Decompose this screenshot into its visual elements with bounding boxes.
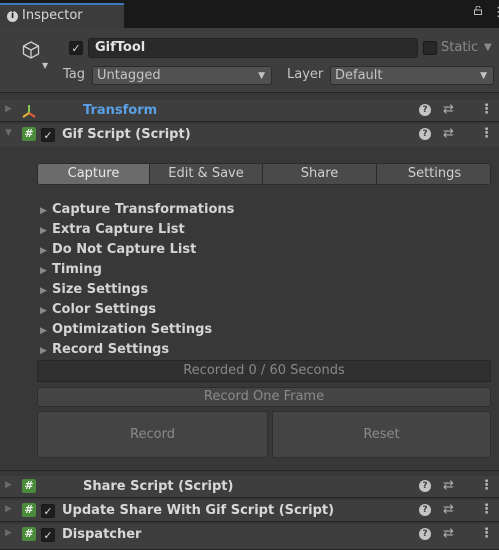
- component-update-share[interactable]: ▶ # ✓ Update Share With Gif Script (Scri…: [0, 500, 499, 522]
- tab-label: Inspector: [22, 8, 83, 23]
- script-hash-icon: #: [22, 503, 36, 517]
- foldout-arrow-icon: ▶: [40, 286, 47, 296]
- record-status: Recorded 0 / 60 Seconds: [37, 360, 491, 382]
- kebab-menu-icon[interactable]: ⋮: [480, 102, 493, 117]
- kebab-menu-icon[interactable]: ⋮: [480, 126, 493, 141]
- tag-dropdown[interactable]: Untagged ▼: [92, 66, 272, 85]
- foldout-capture-transformations[interactable]: ▶ Capture Transformations: [40, 200, 234, 220]
- preset-icon[interactable]: ⇄: [443, 502, 454, 517]
- foldout-label: Record Settings: [52, 342, 170, 357]
- foldout-label: Optimization Settings: [52, 322, 213, 337]
- component-gif-script[interactable]: ▼ # ✓ Gif Script (Script) ? ⇄ ⋮: [0, 124, 499, 146]
- static-label: Static: [441, 40, 479, 55]
- foldout-arrow-icon: ▶: [40, 246, 47, 256]
- static-dropdown-icon[interactable]: ▼: [484, 42, 492, 53]
- foldout-arrow-icon[interactable]: ▶: [5, 528, 12, 538]
- preset-icon[interactable]: ⇄: [443, 126, 454, 141]
- tab-inspector[interactable]: i Inspector: [0, 3, 124, 28]
- foldout-arrow-icon: ▶: [40, 306, 47, 316]
- transform-axes-icon: [22, 105, 36, 118]
- gameobject-cube-icon: [22, 41, 40, 59]
- script-hash-icon: #: [22, 527, 36, 541]
- component-title: Update Share With Gif Script (Script): [62, 503, 335, 518]
- component-transform[interactable]: ▶ Transform ? ⇄ ⋮: [0, 100, 499, 122]
- help-icon[interactable]: ?: [419, 104, 431, 116]
- tag-value: Untagged: [97, 68, 161, 83]
- foldout-arrow-icon: ▶: [40, 326, 47, 336]
- foldout-arrow-icon: ▶: [40, 226, 47, 236]
- component-title: Dispatcher: [62, 527, 142, 542]
- reset-button[interactable]: Reset: [272, 411, 491, 458]
- kebab-menu-icon[interactable]: ⋮: [480, 502, 493, 517]
- preset-icon[interactable]: ⇄: [443, 478, 454, 493]
- foldout-arrow-icon: ▶: [40, 346, 47, 356]
- static-checkbox[interactable]: [423, 41, 437, 55]
- mode-toolbar: Capture Edit & Save Share Settings: [37, 163, 491, 185]
- help-icon[interactable]: ?: [419, 504, 431, 516]
- foldout-color-settings[interactable]: ▶ Color Settings: [40, 300, 156, 320]
- foldout-timing[interactable]: ▶ Timing: [40, 260, 102, 280]
- gameobject-header: ▼ ✓ GifTool Static ▼ Tag Untagged ▼ Laye…: [0, 28, 499, 93]
- foldout-record-settings[interactable]: ▶ Record Settings: [40, 340, 169, 360]
- kebab-menu-icon[interactable]: ⋮: [480, 478, 493, 493]
- lock-icon[interactable]: [474, 6, 482, 15]
- inspector-window: i Inspector ⋮ ▼ ✓ GifTool Static ▼ Tag U…: [0, 0, 499, 550]
- kebab-menu-icon[interactable]: ⋮: [480, 526, 493, 541]
- foldout-label: Do Not Capture List: [52, 242, 197, 257]
- tag-label: Tag: [63, 67, 86, 82]
- tab-bar: i Inspector ⋮: [0, 0, 499, 28]
- help-icon[interactable]: ?: [419, 528, 431, 540]
- tab-settings[interactable]: Settings: [377, 164, 490, 184]
- kebab-menu-icon[interactable]: ⋮: [492, 6, 499, 19]
- foldout-label: Color Settings: [52, 302, 157, 317]
- icon-dropdown-arrow-icon[interactable]: ▼: [42, 61, 48, 70]
- component-dispatcher[interactable]: ▶ # ✓ Dispatcher ? ⇄ ⋮: [0, 524, 499, 550]
- foldout-arrow-icon[interactable]: ▼: [5, 128, 12, 138]
- foldout-label: Extra Capture List: [52, 222, 185, 237]
- preset-icon[interactable]: ⇄: [443, 526, 454, 541]
- enabled-checkbox[interactable]: ✓: [41, 528, 55, 542]
- component-title: Transform: [83, 103, 158, 118]
- foldout-label: Timing: [52, 262, 102, 277]
- layer-value: Default: [335, 68, 383, 83]
- component-title: Share Script (Script): [83, 479, 234, 494]
- info-icon: i: [7, 11, 18, 22]
- chevron-down-icon: ▼: [258, 71, 265, 81]
- divider: [0, 470, 499, 471]
- foldout-label: Capture Transformations: [52, 202, 235, 217]
- help-icon[interactable]: ?: [419, 480, 431, 492]
- foldout-extra-capture-list[interactable]: ▶ Extra Capture List: [40, 220, 185, 240]
- foldout-arrow-icon[interactable]: ▶: [5, 480, 12, 490]
- foldout-label: Size Settings: [52, 282, 149, 297]
- foldout-arrow-icon[interactable]: ▶: [5, 504, 12, 514]
- layer-label: Layer: [287, 67, 324, 82]
- tab-capture[interactable]: Capture: [38, 164, 150, 184]
- tab-share[interactable]: Share: [263, 164, 377, 184]
- script-hash-icon: #: [22, 479, 36, 493]
- foldout-arrow-icon: ▶: [40, 266, 47, 276]
- foldout-arrow-icon[interactable]: ▶: [5, 104, 12, 114]
- script-hash-icon: #: [22, 127, 36, 141]
- component-share-script[interactable]: ▶ # Share Script (Script) ? ⇄ ⋮: [0, 476, 499, 498]
- enabled-checkbox[interactable]: ✓: [41, 504, 55, 518]
- foldout-optimization-settings[interactable]: ▶ Optimization Settings: [40, 320, 212, 340]
- help-icon[interactable]: ?: [419, 128, 431, 140]
- chevron-down-icon: ▼: [480, 71, 487, 81]
- tab-edit-save[interactable]: Edit & Save: [150, 164, 263, 184]
- object-name-field[interactable]: GifTool: [88, 38, 418, 58]
- record-one-frame-button[interactable]: Record One Frame: [37, 387, 491, 407]
- foldout-size-settings[interactable]: ▶ Size Settings: [40, 280, 148, 300]
- foldout-do-not-capture-list[interactable]: ▶ Do Not Capture List: [40, 240, 196, 260]
- enabled-checkbox[interactable]: ✓: [41, 128, 55, 142]
- preset-icon[interactable]: ⇄: [443, 102, 454, 117]
- component-title: Gif Script (Script): [62, 127, 191, 142]
- layer-dropdown[interactable]: Default ▼: [330, 66, 494, 85]
- record-button[interactable]: Record: [37, 411, 268, 458]
- foldout-arrow-icon: ▶: [40, 206, 47, 216]
- active-checkbox[interactable]: ✓: [69, 41, 83, 55]
